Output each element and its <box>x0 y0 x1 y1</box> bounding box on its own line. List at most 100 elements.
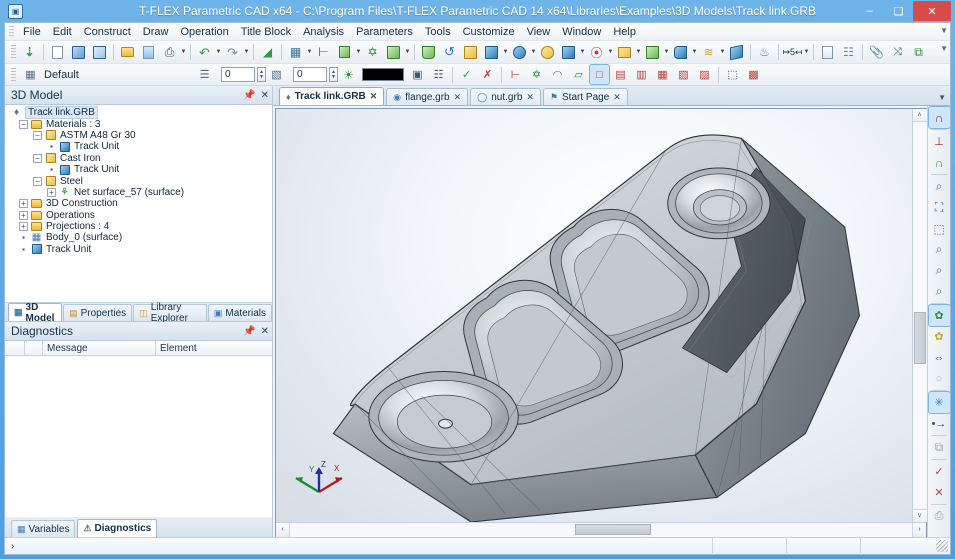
body-visibility-icon[interactable]: ⬚ <box>723 65 742 84</box>
menu-item-file[interactable]: File <box>17 24 47 40</box>
pin-icon[interactable]: 📌 <box>243 326 255 337</box>
view-left-icon[interactable]: ▥ <box>632 65 651 84</box>
model-tree[interactable]: ♦ Track link.GRB − Materials : 3 − ASTM … <box>5 105 272 303</box>
magnet-off-icon[interactable]: ∩ <box>929 107 950 128</box>
expander-toggle[interactable]: − <box>19 120 28 129</box>
menu-item-customize[interactable]: Customize <box>457 24 521 40</box>
thread-icon[interactable]: ≋ <box>699 43 718 62</box>
rotate-disabled-icon[interactable]: ○ <box>929 368 950 389</box>
blend-icon[interactable] <box>538 43 557 62</box>
layer-selector[interactable]: ▦ Default <box>19 65 194 84</box>
taper-icon[interactable] <box>643 43 662 62</box>
tab-properties[interactable]: ▤ Properties <box>63 304 132 321</box>
menu-item-construct[interactable]: Construct <box>78 24 137 40</box>
tree-node-3d-construction[interactable]: + 3D Construction <box>5 198 272 209</box>
view-compare-icon[interactable]: ▨ <box>695 65 714 84</box>
doc-tab-close-icon[interactable]: ✕ <box>370 91 378 102</box>
tab-diagnostics[interactable]: ⚠ Diagnostics <box>77 519 157 537</box>
new-document-icon[interactable] <box>48 43 67 62</box>
level-stepper[interactable]: 0 ▲▼ <box>221 67 266 82</box>
menu-item-edit[interactable]: Edit <box>47 24 78 40</box>
pan-icon[interactable]: •→ <box>929 413 950 434</box>
boolean-icon[interactable] <box>510 43 529 62</box>
node-caret-icon[interactable]: ▼ <box>404 43 411 62</box>
menu-item-tools[interactable]: Tools <box>419 24 457 40</box>
tree-node-projections[interactable]: + Projections : 4 <box>5 221 272 232</box>
viewport-vertical-scrollbar[interactable]: ˄ ˅ <box>912 109 926 522</box>
menu-item-parameters[interactable]: Parameters <box>350 24 419 40</box>
plane-construct-icon[interactable]: ▱ <box>569 65 588 84</box>
check-geometry-icon[interactable]: ✓ <box>929 461 950 482</box>
tree-node-track-unit-1[interactable]: ▪ Track Unit <box>5 141 272 152</box>
section-icon[interactable] <box>671 43 690 62</box>
sweep-icon[interactable] <box>461 43 480 62</box>
scroll-track-horizontal[interactable] <box>290 523 912 537</box>
tab-materials[interactable]: ▣ Materials <box>208 304 272 321</box>
doc-tab-nut[interactable]: ◯ nut.grb ✕ <box>470 88 541 105</box>
array-caret-icon[interactable]: ▼ <box>635 43 642 62</box>
scroll-thumb-vertical[interactable] <box>914 312 926 364</box>
tree-node-body-0[interactable]: ▪ ▦ Body_0 (surface) <box>5 232 272 243</box>
tree-node-track-unit-3[interactable]: ▪ Track Unit <box>5 244 272 255</box>
menu-item-title-block[interactable]: Title Block <box>235 24 297 40</box>
taper-caret-icon[interactable]: ▼ <box>663 43 670 62</box>
new-3d-model-icon[interactable] <box>69 43 88 62</box>
redo-icon[interactable]: ↷ <box>223 43 242 62</box>
level-spin-buttons[interactable]: ▲▼ <box>257 67 266 82</box>
menu-item-view[interactable]: View <box>521 24 557 40</box>
zoom-previous-icon[interactable]: ⌕ <box>929 281 950 302</box>
expander-toggle[interactable]: + <box>47 188 56 197</box>
level-value[interactable]: 0 <box>221 67 255 82</box>
apply-chevrons-icon[interactable]: ⇣ <box>20 43 39 62</box>
doc-tab-start-page[interactable]: ⚑ Start Page ✕ <box>543 88 628 105</box>
local-coordinate-system-icon[interactable]: ⊢ <box>314 43 333 62</box>
toolbar-grip[interactable] <box>11 45 16 60</box>
node-construct-icon[interactable]: ⊢ <box>506 65 525 84</box>
expander-toggle[interactable]: − <box>33 154 42 163</box>
track-link-model[interactable] <box>276 109 912 522</box>
spiral-caret-icon[interactable]: ▼ <box>607 43 614 62</box>
section-caret-icon[interactable]: ▼ <box>691 43 698 62</box>
doc-tab-close-icon[interactable]: ✕ <box>613 92 621 103</box>
expander-toggle[interactable]: + <box>19 199 28 208</box>
tree-node-net-surface-57[interactable]: + ⚘ Net surface_57 (surface) <box>5 187 272 198</box>
propbar-overflow-icon[interactable]: ▼ <box>940 26 948 35</box>
shell-caret-icon[interactable]: ▼ <box>579 43 586 62</box>
drawing-view-icon[interactable] <box>818 43 837 62</box>
extrusion-icon[interactable] <box>419 43 438 62</box>
path-construct-icon[interactable]: ◠ <box>548 65 567 84</box>
tree-node-cast-iron[interactable]: − Cast Iron <box>5 153 272 164</box>
sheet-metal-icon[interactable] <box>727 43 746 62</box>
tree-node-operations[interactable]: + Operations <box>5 210 272 221</box>
profile-caret-icon[interactable]: ▼ <box>355 43 362 62</box>
scroll-thumb-horizontal[interactable] <box>575 524 651 535</box>
axis-construct-icon[interactable]: ✡ <box>527 65 546 84</box>
column-header-icon1[interactable] <box>5 341 25 355</box>
render-mode-icon[interactable]: ▩ <box>744 65 763 84</box>
report-icon[interactable]: ☷ <box>839 43 858 62</box>
3d-viewport[interactable]: Y Z X <box>276 109 912 522</box>
pin-off-icon[interactable]: ⊥ <box>929 131 950 152</box>
toolbar-overflow-icon[interactable]: ▼ <box>940 44 948 53</box>
tab-variables[interactable]: ▦ Variables <box>11 520 75 537</box>
column-header-icon2[interactable] <box>25 341 43 355</box>
close-icon[interactable]: ✕ <box>261 326 269 337</box>
workplane-icon[interactable]: ▦ <box>286 43 305 62</box>
tree-node-materials[interactable]: − Materials : 3 <box>5 118 272 129</box>
dimension-caret-icon[interactable]: ▼ <box>803 43 810 62</box>
view-custom-icon[interactable]: ▧ <box>674 65 693 84</box>
cancel-cross-icon[interactable]: ✗ <box>478 65 497 84</box>
viewport-horizontal-scrollbar[interactable]: ‹ › <box>276 522 926 536</box>
zoom-out-icon[interactable]: ⌕ <box>929 260 950 281</box>
scroll-right-button[interactable]: › <box>912 523 926 537</box>
check-errors-icon[interactable]: ✕ <box>929 482 950 503</box>
tab-3d-model[interactable]: ▦ 3D Model <box>8 303 62 321</box>
scroll-track-vertical[interactable] <box>913 122 927 509</box>
view-iso-icon[interactable]: ▦ <box>653 65 672 84</box>
menu-item-draw[interactable]: Draw <box>137 24 175 40</box>
perspective-icon[interactable]: ✳ <box>929 392 950 413</box>
tree-node-root[interactable]: ♦ Track link.GRB <box>5 107 272 118</box>
new-from-template-icon[interactable] <box>90 43 109 62</box>
menu-item-operation[interactable]: Operation <box>174 24 234 40</box>
doc-tab-close-icon[interactable]: ✕ <box>454 92 462 103</box>
